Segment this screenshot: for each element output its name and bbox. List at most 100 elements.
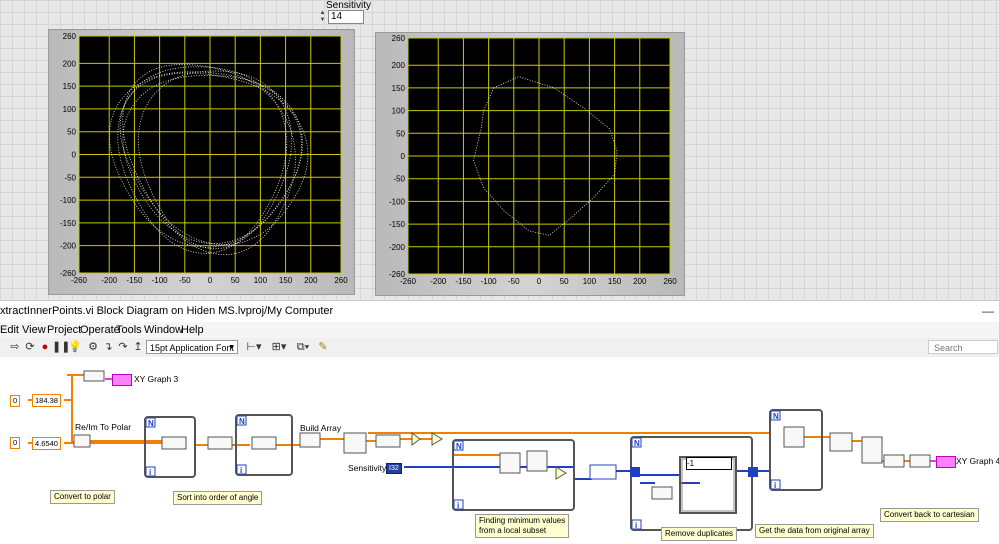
comment-finding-minimum[interactable]: Finding minimum values from a local subs…	[475, 514, 570, 538]
menu-tools[interactable]: Tools	[116, 324, 142, 336]
y-tick-label: 50	[67, 128, 76, 137]
y-tick-label: 100	[392, 107, 406, 116]
svg-text:i: i	[635, 521, 637, 530]
comment-sort[interactable]: Sort into order of angle	[173, 491, 263, 505]
resize-icon[interactable]: ⧉▾	[294, 341, 312, 354]
y-tick-label: -200	[60, 242, 77, 251]
search-placeholder: Search	[934, 343, 963, 353]
x-tick-label: -260	[400, 277, 417, 286]
search-input[interactable]: Search	[928, 340, 998, 354]
xy-graph-3[interactable]: 260 200 150 100 50 0 -50 -100 -150 -200 -260 -260 -2…	[48, 29, 355, 295]
graph-canvas: 260200150100500-50-100-150-200-260-260 -2…	[389, 34, 677, 286]
graph-canvas: 260200150100500-50-100-150-200-260-260 -2…	[60, 32, 348, 285]
xy-graph-4[interactable]: 260 200 150 100 50 0 -50 -100 -150 -200 -260 -260 -2…	[375, 32, 685, 296]
svg-text:i: i	[457, 501, 459, 510]
x-tick-label: 50	[231, 276, 240, 285]
comment-finding-line-1: Finding minimum values	[479, 516, 566, 525]
xy-graph-3-label: XY Graph 3	[134, 374, 179, 384]
y-tick-label: 200	[63, 59, 77, 68]
x-tick-label: -200	[430, 277, 447, 286]
svg-text:N: N	[634, 439, 640, 448]
menu-operate[interactable]: Operate	[80, 324, 120, 336]
xy-graph-4-terminal[interactable]	[936, 456, 956, 468]
menu-view[interactable]: View	[22, 324, 46, 336]
x-tick-label: -100	[152, 276, 169, 285]
sensitivity-value[interactable]: 14	[328, 10, 364, 24]
menu-project[interactable]: Project	[47, 324, 81, 336]
svg-text:i: i	[240, 466, 242, 475]
font-select[interactable]: 15pt Application Font ▼	[146, 340, 238, 354]
zero-constant-b[interactable]: 0	[10, 437, 21, 449]
y-tick-label: -50	[64, 173, 76, 182]
step-out-icon[interactable]: ↥	[131, 341, 145, 354]
x-tick-label: -200	[101, 276, 118, 285]
window-title-bar: xtractInnerPoints.vi Block Diagram on Hi…	[0, 300, 999, 323]
menu-bar: Edit View Project Operate Tools Window H…	[0, 322, 999, 338]
zero-constant-a[interactable]: 0	[10, 395, 21, 407]
pause-icon[interactable]: ❚❚	[52, 341, 70, 354]
sensitivity-control[interactable]: ▲ ▼ 14	[318, 10, 364, 24]
svg-text:N: N	[239, 417, 245, 426]
x-tick-label: 100	[254, 276, 268, 285]
abort-icon[interactable]: ●	[38, 341, 52, 354]
window-title: xtractInnerPoints.vi Block Diagram on Hi…	[0, 305, 334, 317]
x-tick-label: 200	[633, 277, 647, 286]
x-tick-label: 150	[279, 276, 293, 285]
run-arrow-icon[interactable]: ⇨	[8, 341, 22, 354]
xy-graph-3-terminal[interactable]	[112, 374, 132, 386]
y-tick-label: 200	[392, 61, 406, 70]
y-tick-label: -150	[389, 220, 406, 229]
comment-remove-duplicates[interactable]: Remove duplicates	[661, 527, 738, 541]
y-tick-label: 0	[72, 151, 77, 160]
distribute-icon[interactable]: ⊞▾	[270, 341, 288, 354]
dbl-constant-b[interactable]: 4.6540	[32, 437, 61, 450]
x-tick-label: 0	[537, 277, 542, 286]
x-tick-label: -50	[179, 276, 191, 285]
run-continuous-icon[interactable]: ⟳	[23, 341, 37, 354]
y-tick-label: 150	[392, 84, 406, 93]
x-tick-label: 150	[608, 277, 622, 286]
svg-text:N: N	[148, 419, 154, 428]
block-diagram: Ni Ni Ni Ni Ni 0 184.38 0 4.6540 XY Grap…	[0, 357, 999, 544]
xy-graph-4-label: XY Graph 4	[956, 456, 999, 466]
x-tick-label: -100	[481, 277, 498, 286]
font-select-value: 15pt Application Font	[150, 343, 235, 353]
comment-convert-to-polar[interactable]: Convert to polar	[50, 490, 115, 504]
svg-text:i: i	[774, 481, 776, 490]
y-tick-label: 100	[63, 105, 77, 114]
y-tick-label: 0	[401, 152, 406, 161]
retain-wire-icon[interactable]: ⚙	[86, 341, 100, 354]
svg-text:N: N	[456, 442, 462, 451]
x-tick-label: -150	[455, 277, 472, 286]
x-tick-label: -150	[126, 276, 143, 285]
comment-convert-back[interactable]: Convert back to cartesian	[880, 508, 979, 522]
menu-help[interactable]: Help	[181, 324, 204, 336]
svg-text:i: i	[149, 468, 151, 477]
re-im-to-polar-label: Re/Im To Polar	[75, 422, 132, 432]
comment-finding-line-2: from a local subset	[479, 526, 547, 535]
comment-get-data[interactable]: Get the data from original array	[755, 524, 874, 538]
x-tick-label: 50	[560, 277, 569, 286]
align-icon[interactable]: ⊢▾	[245, 341, 263, 354]
x-tick-label: 200	[304, 276, 318, 285]
case-selector[interactable]: -1	[686, 457, 732, 470]
chevron-down-icon: ▼	[228, 344, 235, 351]
menu-edit[interactable]: Edit	[0, 324, 19, 336]
step-into-icon[interactable]: ↴	[101, 341, 115, 354]
step-over-icon[interactable]: ↷	[116, 341, 130, 354]
y-tick-label: 150	[63, 82, 77, 91]
build-array-label: Build Array	[300, 423, 342, 433]
menu-window[interactable]: Window	[144, 324, 183, 336]
y-tick-label: 260	[392, 34, 406, 43]
y-tick-label: -200	[389, 243, 406, 252]
minimize-button[interactable]: —	[982, 304, 994, 318]
x-tick-label: 260	[334, 276, 348, 285]
toolbar: ⇨ ⟳ ● ❚❚ 💡 ⚙ ↴ ↷ ↥ 15pt Application Font…	[0, 338, 999, 358]
dbl-constant-a[interactable]: 184.38	[32, 394, 61, 407]
highlight-bulb-icon[interactable]: 💡	[68, 341, 82, 354]
reorder-icon[interactable]: ✎	[316, 341, 330, 354]
increment-decrement-icon[interactable]: ▲ ▼	[318, 10, 327, 24]
y-tick-label: -150	[60, 219, 77, 228]
sensitivity-terminal[interactable]: I32	[386, 463, 402, 474]
y-tick-label: -100	[60, 196, 77, 205]
